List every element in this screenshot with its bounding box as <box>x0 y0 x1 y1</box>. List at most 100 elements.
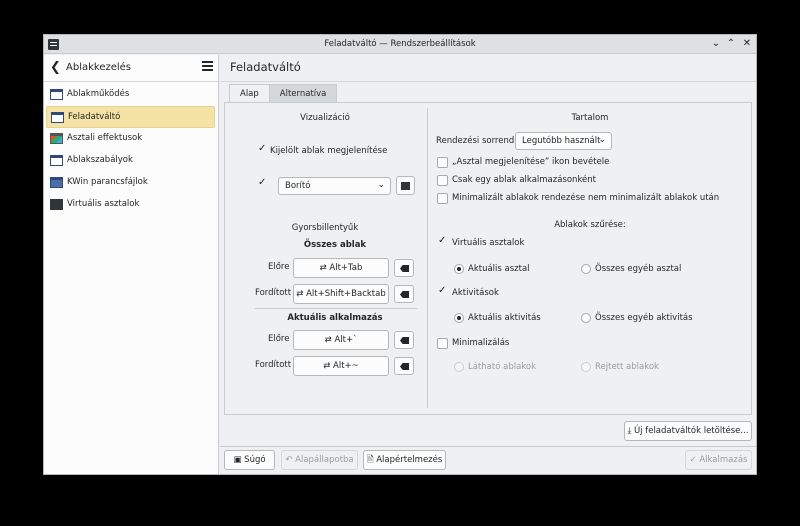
app-forward-label: Előre <box>268 334 290 344</box>
one-per-app-label: Csak egy ablak alkalmazásonként <box>452 175 597 185</box>
sidebar-item-label: Ablakműködés <box>67 89 130 99</box>
current-desktop-radio[interactable] <box>454 264 464 274</box>
chevron-down-icon: ⌄ <box>598 135 606 145</box>
activities-checkbox[interactable] <box>437 285 448 299</box>
current-activity-radio[interactable] <box>454 313 464 323</box>
all-reverse-clear-icon[interactable] <box>394 285 414 303</box>
swap-icon: ⇄ <box>296 289 304 299</box>
minimization-checkbox[interactable] <box>437 338 448 349</box>
app-reverse-shortcut-button[interactable]: ⇄ Alt+~ <box>293 356 389 376</box>
one-per-app-checkbox[interactable] <box>437 175 448 186</box>
minimize-button[interactable]: ⌄ <box>709 37 723 51</box>
sidebar-item-label: Virtuális asztalok <box>67 199 140 209</box>
sidebar-item-window-behavior[interactable]: Ablakműködés <box>46 84 215 106</box>
select-value: Borító <box>285 181 311 191</box>
settings-window: Feladatváltó — Rendszerbeállítások ⌄ ⌃ ✕… <box>43 34 757 475</box>
reset-button[interactable]: ↶ Alapállapotba <box>281 450 358 470</box>
shortcut-value: Alt+Tab <box>329 263 363 273</box>
close-button[interactable]: ✕ <box>740 37 754 51</box>
document-icon: 🗎 <box>366 455 374 465</box>
app-forward-clear-icon[interactable] <box>394 331 414 349</box>
current-desktop-label: Aktuális asztal <box>468 264 530 274</box>
chevron-down-icon: ⌄ <box>377 180 385 190</box>
sidebar-item-task-switcher[interactable]: Feladatváltó <box>46 106 215 128</box>
filter-title: Ablakok szűrése: <box>554 220 626 230</box>
all-forward-clear-icon[interactable] <box>394 259 414 277</box>
sidebar-item-label: KWin parancsfájlok <box>67 177 148 187</box>
app-forward-shortcut-button[interactable]: ⇄ Alt+` <box>293 330 389 350</box>
show-desktop-icon-checkbox[interactable] <box>437 157 448 168</box>
shortcut-value: Alt+` <box>334 335 358 345</box>
visualization-enabled-checkbox[interactable] <box>257 177 268 191</box>
apply-button[interactable]: ✓ Alkalmazás <box>685 450 752 470</box>
hidden-windows-label: Rejtett ablakok <box>595 362 659 372</box>
titlebar[interactable]: Feladatváltó — Rendszerbeállítások ⌄ ⌃ ✕ <box>44 35 756 54</box>
minimized-last-label: Minimalizált ablakok rendezése nem minim… <box>452 193 720 203</box>
sidebar-item-desktop-effects[interactable]: Asztali effektusok <box>46 128 215 150</box>
sidebar-item-label: Ablakszabályok <box>67 155 133 165</box>
get-new-switchers-label: Új feladatváltók letöltése... <box>633 426 749 436</box>
visualization-style-select[interactable]: Borító ⌄ <box>278 177 391 195</box>
all-other-activities-radio[interactable] <box>581 313 591 323</box>
reset-label: Alapállapotba <box>295 455 354 465</box>
window-icon <box>50 89 63 100</box>
undo-icon: ↶ <box>285 455 293 465</box>
select-value: Legutóbb használt <box>522 136 601 146</box>
sidebar-item-label: Asztali effektusok <box>67 133 143 143</box>
image-icon <box>401 182 410 190</box>
current-activity-label: Aktuális aktivitás <box>468 313 541 323</box>
tab-alternative[interactable]: Alternatíva <box>268 84 338 103</box>
hidden-windows-radio[interactable] <box>581 362 591 372</box>
shortcut-value: Alt+Shift+Backtab <box>306 289 386 299</box>
apply-label: Alkalmazás <box>699 455 748 465</box>
minimized-last-checkbox[interactable] <box>437 193 448 204</box>
sort-order-select[interactable]: Legutóbb használt ⌄ <box>515 132 612 150</box>
activities-label: Aktivitások <box>452 288 499 298</box>
all-reverse-shortcut-button[interactable]: ⇄ Alt+Shift+Backtab <box>293 284 389 304</box>
get-new-switchers-button[interactable]: ⤓ Új feladatváltók letöltése... <box>624 421 752 441</box>
window-rules-icon <box>50 155 63 166</box>
footer-divider <box>220 446 756 447</box>
task-switcher-icon <box>51 112 64 123</box>
virtual-desktops-checkbox[interactable] <box>437 235 448 249</box>
all-other-activities-label: Összes egyéb aktivitás <box>595 313 693 323</box>
sidebar-item-window-rules[interactable]: Ablakszabályok <box>46 150 215 172</box>
shortcut-value: Alt+~ <box>333 361 359 371</box>
current-app-title: Aktuális alkalmazás <box>287 313 383 323</box>
maximize-button[interactable]: ⌃ <box>724 37 738 51</box>
all-forward-shortcut-button[interactable]: ⇄ Alt+Tab <box>293 258 389 278</box>
swap-icon: ⇄ <box>319 263 327 273</box>
app-reverse-clear-icon[interactable] <box>394 357 414 375</box>
page-title: Feladatváltó <box>230 60 301 74</box>
sidebar-item-label: Feladatváltó <box>68 112 121 122</box>
defaults-label: Alapértelmezés <box>376 455 443 465</box>
show-desktop-icon-label: „Asztal megjelenítése” ikon bevétele <box>452 157 610 167</box>
sidebar: ❮ Ablakkezelés Ablakműködés Feladatváltó… <box>44 55 219 474</box>
sort-order-label: Rendezési sorrend: <box>436 136 518 146</box>
back-icon[interactable]: ❮ <box>50 60 61 75</box>
virtual-desktops-label: Virtuális asztalok <box>452 238 525 248</box>
window-title: Feladatváltó — Rendszerbeállítások <box>324 39 476 49</box>
all-other-desktops-radio[interactable] <box>581 264 591 274</box>
content-title: Tartalom <box>571 113 609 123</box>
desktop-effects-icon <box>50 133 63 144</box>
sidebar-item-kwin-scripts[interactable]: KWin parancsfájlok <box>46 172 215 194</box>
help-button[interactable]: ▣ Súgó <box>224 450 275 470</box>
sidebar-header: ❮ Ablakkezelés <box>44 55 218 82</box>
main-content: Feladatváltó Alap Alternatíva Vizualizáci… <box>220 55 756 474</box>
defaults-button[interactable]: 🗎 Alapértelmezés <box>363 450 446 470</box>
all-forward-label: Előre <box>268 262 290 272</box>
show-selected-window-label: Kijelölt ablak megjelenítése <box>270 146 388 156</box>
tab-bar: Alap Alternatíva <box>229 84 338 103</box>
tab-basic[interactable]: Alap <box>229 84 270 103</box>
tab-panel: Vizualizáció Kijelölt ablak megjelenítés… <box>224 102 752 415</box>
show-selected-window-checkbox[interactable] <box>257 143 268 157</box>
hamburger-menu-icon[interactable] <box>202 60 214 71</box>
visible-windows-radio[interactable] <box>454 362 464 372</box>
download-icon: ⤓ <box>627 426 632 436</box>
configure-visualization-button[interactable] <box>396 176 415 195</box>
all-windows-title: Összes ablak <box>303 240 367 250</box>
sidebar-item-virtual-desktops[interactable]: Virtuális asztalok <box>46 194 215 216</box>
visible-windows-label: Látható ablakok <box>468 362 537 372</box>
swap-icon: ⇄ <box>324 335 332 345</box>
